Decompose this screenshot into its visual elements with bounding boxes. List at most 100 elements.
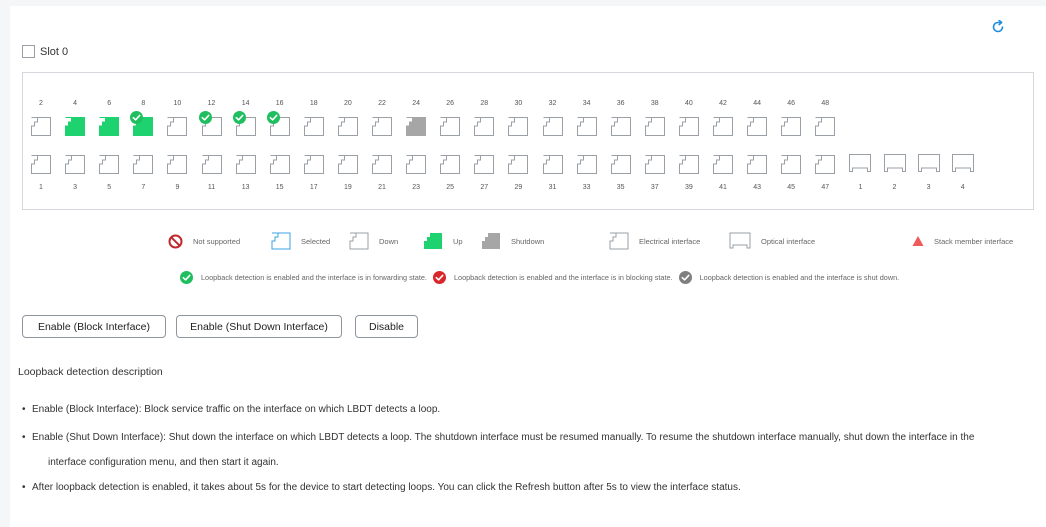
port-18-down[interactable] — [303, 117, 324, 136]
port-33-down[interactable] — [576, 155, 597, 174]
legend-lb-blocking-label: Loopback detection is enabled and the in… — [453, 273, 673, 282]
port-15-down[interactable] — [269, 155, 290, 174]
port-number-label: 32 — [548, 100, 557, 107]
port-number-label: 26 — [446, 100, 455, 107]
optical-port-4[interactable] — [951, 154, 974, 173]
legend-selected-label: Selected — [301, 236, 331, 246]
port-9-down[interactable] — [167, 155, 188, 174]
port-25-down[interactable] — [440, 155, 461, 174]
loopback-legend: Loopback detection is enabled and the in… — [180, 271, 905, 284]
port-47-down[interactable] — [815, 155, 836, 174]
disable-button[interactable]: Disable — [355, 315, 418, 338]
port-17-down[interactable] — [303, 155, 324, 174]
port-21-down[interactable] — [372, 155, 392, 174]
port-38-down[interactable] — [644, 117, 665, 136]
optical-port-number-label: 4 — [960, 184, 965, 191]
blocking-check-icon — [432, 271, 446, 284]
port-number-label: 23 — [412, 184, 420, 191]
port-number-label: 8 — [141, 100, 146, 107]
port-6-up[interactable] — [99, 117, 120, 136]
port-number-label: 45 — [787, 184, 796, 191]
port-number-label: 41 — [719, 184, 727, 191]
port-41-down[interactable] — [713, 155, 733, 174]
optical-port-3[interactable] — [917, 154, 940, 173]
refresh-icon[interactable] — [991, 20, 1005, 34]
port-20-down[interactable] — [337, 117, 358, 136]
port-29-down[interactable] — [508, 155, 529, 174]
port-number-label: 4 — [73, 100, 78, 107]
port-43-down[interactable] — [747, 155, 768, 174]
optical-port-2[interactable] — [883, 154, 906, 173]
legend-lb-forwarding: Loopback detection is enabled and the in… — [180, 271, 427, 284]
port-40-down[interactable] — [678, 117, 699, 136]
port-number-label: 35 — [616, 184, 625, 191]
down-port-icon — [349, 232, 369, 250]
port-22-down[interactable] — [372, 117, 392, 136]
enable-shutdown-button[interactable]: Enable (Shut Down Interface) — [176, 315, 342, 338]
port-panel: 2 4 6 8 10 12 14 16 18 20 22 24 26 28 30 32 34 36 38 40 42 44… — [22, 72, 1034, 210]
port-number-label: 42 — [719, 100, 727, 107]
port-number-label: 25 — [446, 184, 455, 191]
loopback-forwarding-check-icon — [266, 111, 280, 124]
port-31-down[interactable] — [542, 155, 563, 174]
port-45-down[interactable] — [781, 155, 802, 174]
port-number-label: 16 — [275, 100, 284, 107]
shutdown-port-icon — [482, 233, 500, 249]
port-42-down[interactable] — [713, 117, 733, 136]
loopback-forwarding-check-icon — [198, 111, 212, 124]
slot-label: Slot 0 — [40, 45, 69, 58]
port-24-shutdown[interactable] — [406, 117, 427, 136]
port-1-down[interactable] — [31, 155, 51, 174]
up-port-icon — [424, 233, 442, 249]
port-27-down[interactable] — [474, 155, 495, 174]
description-item-1: Enable (Block Interface): Block service … — [22, 404, 440, 415]
legend-stack-label: Stack member interface — [934, 236, 1014, 246]
port-32-down[interactable] — [542, 117, 563, 136]
port-19-down[interactable] — [337, 155, 358, 174]
port-number-label: 12 — [207, 100, 216, 107]
port-13-down[interactable] — [235, 155, 256, 174]
port-37-down[interactable] — [644, 155, 665, 174]
port-number-label: 7 — [141, 184, 146, 191]
legend-selected: Selected — [271, 231, 330, 251]
shutdown-check-icon — [678, 271, 692, 284]
legend-shutdown-label: Shutdown — [511, 236, 545, 246]
port-number-label: 10 — [173, 100, 182, 107]
legend-lb-blocking: Loopback detection is enabled and the in… — [432, 271, 673, 284]
port-4-up[interactable] — [65, 117, 86, 136]
legend-not-supported: Not supported — [168, 231, 240, 251]
port-44-down[interactable] — [747, 117, 768, 136]
optical-port-1[interactable] — [849, 154, 872, 173]
port-7-down[interactable] — [133, 155, 154, 174]
port-35-down[interactable] — [610, 155, 631, 174]
port-2-down[interactable] — [31, 117, 51, 136]
not-supported-icon — [168, 234, 183, 248]
loopback-detection-page: Slot 0 2 4 6 8 10 12 14 16 18 20 22 24 26 28 30 32 34 36 3… — [10, 6, 1046, 527]
port-number-label: 40 — [684, 100, 693, 107]
port-number-label: 5 — [107, 184, 112, 191]
port-number-label: 21 — [378, 184, 386, 191]
port-11-down[interactable] — [201, 155, 222, 174]
port-48-down[interactable] — [815, 117, 836, 136]
slot-checkbox[interactable] — [22, 45, 35, 58]
legend-up-label: Up — [453, 236, 463, 246]
port-30-down[interactable] — [508, 117, 529, 136]
port-28-down[interactable] — [474, 117, 495, 136]
port-34-down[interactable] — [576, 117, 597, 136]
port-5-down[interactable] — [99, 155, 120, 174]
port-number-label: 19 — [343, 184, 352, 191]
enable-block-button[interactable]: Enable (Block Interface) — [22, 315, 166, 338]
legend-electrical: Electrical interface — [609, 231, 700, 251]
port-number-label: 1 — [39, 184, 43, 191]
port-39-down[interactable] — [678, 155, 699, 174]
port-number-label: 39 — [684, 184, 693, 191]
port-36-down[interactable] — [610, 117, 631, 136]
slot-checkbox-row[interactable]: Slot 0 — [22, 45, 68, 58]
port-3-down[interactable] — [65, 155, 86, 174]
port-46-down[interactable] — [781, 117, 802, 136]
port-number-label: 9 — [175, 184, 180, 191]
legend-lb-shutdown-label: Loopback detection is enabled and the in… — [699, 273, 900, 282]
port-23-down[interactable] — [406, 155, 427, 174]
port-10-down[interactable] — [167, 117, 188, 136]
port-26-down[interactable] — [440, 117, 461, 136]
